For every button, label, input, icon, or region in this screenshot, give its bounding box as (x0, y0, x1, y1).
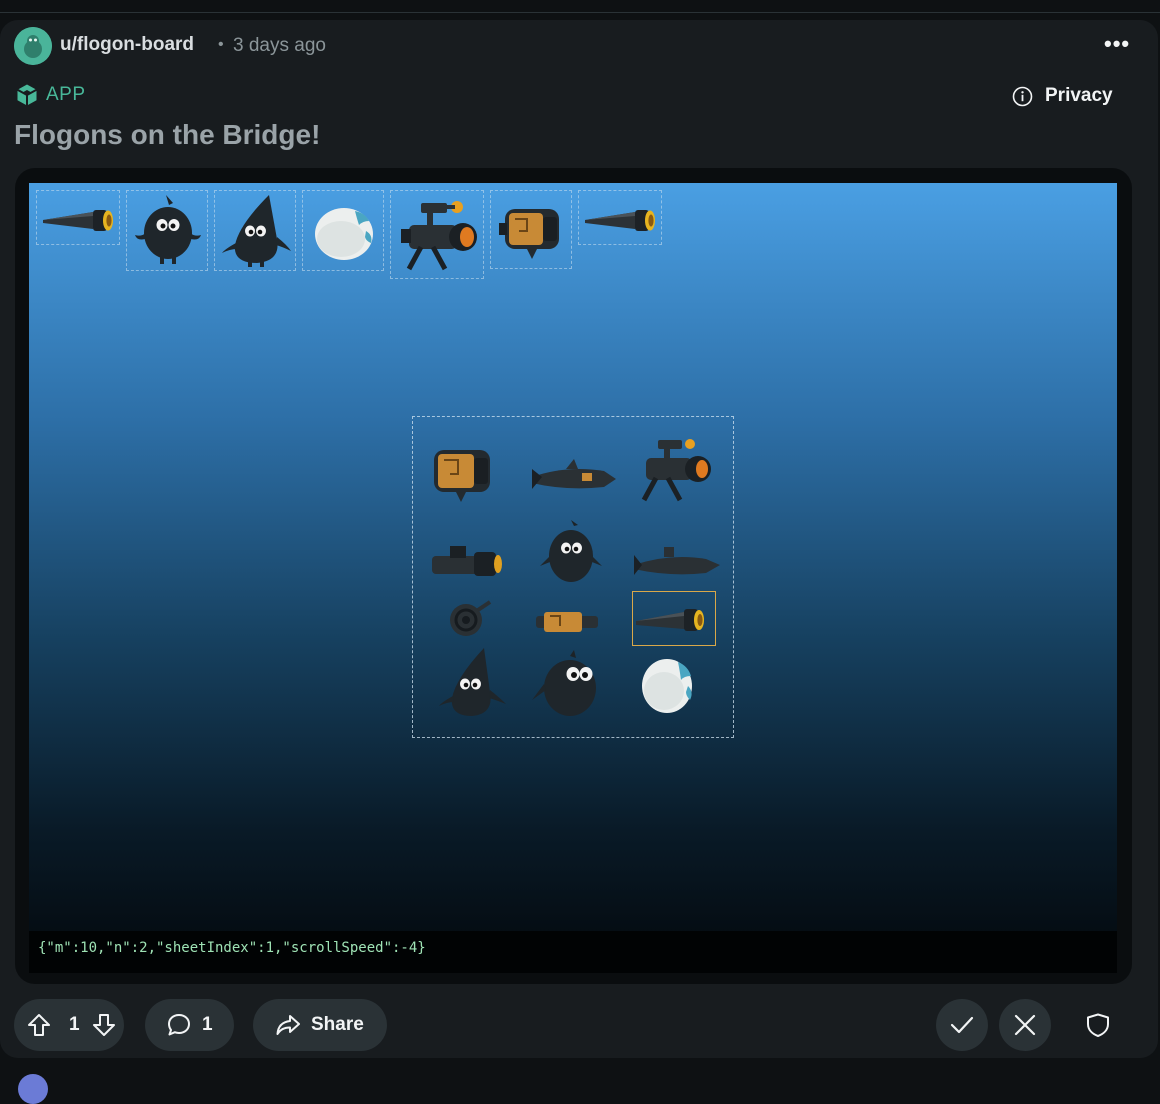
grid-sprite-barrel-pod[interactable] (428, 440, 498, 506)
user-avatar[interactable] (14, 27, 52, 65)
vote-pill: 1 (14, 999, 124, 1051)
meta-separator: • (218, 36, 224, 53)
app-badge: APP (46, 84, 86, 105)
grid-sprite-telescope[interactable] (634, 603, 714, 635)
feed-gap (0, 1066, 1160, 1080)
close-icon (1014, 1014, 1036, 1036)
grid-sprite-flogon-tall[interactable] (536, 520, 606, 588)
more-options-button[interactable]: ••• (1104, 33, 1130, 55)
top-sprite-telescope[interactable] (36, 190, 120, 245)
approve-button[interactable] (936, 999, 988, 1051)
post-title[interactable]: Flogons on the Bridge! (14, 119, 320, 151)
grid-sprite-cannon-rig[interactable] (641, 439, 711, 502)
info-icon (1012, 86, 1033, 106)
grid-sprite-flogon-round[interactable] (530, 650, 606, 724)
debug-state-text: {"m":10,"n":2,"sheetIndex":1,"scrollSpee… (38, 940, 426, 956)
share-button[interactable]: Share (253, 999, 387, 1051)
upvote-icon[interactable] (26, 1012, 52, 1038)
downvote-icon[interactable] (91, 1012, 117, 1038)
grid-sprite-flogon-pointy[interactable] (434, 646, 510, 722)
top-sprite-barrel-pod[interactable] (490, 190, 572, 269)
top-sprite-cannon-rig[interactable] (390, 190, 484, 279)
share-label: Share (311, 1014, 364, 1035)
grid-sprite-barrel-pod-small[interactable] (532, 606, 604, 636)
post-timestamp: 3 days ago (233, 35, 326, 56)
comment-count: 1 (202, 1014, 213, 1035)
app-cube-icon (17, 84, 37, 106)
top-sprite-telescope-2[interactable] (578, 190, 662, 245)
grid-sprite-rocket[interactable] (526, 455, 618, 497)
post-username[interactable]: u/flogon-board (60, 34, 194, 56)
comments-button[interactable]: 1 (145, 999, 234, 1051)
grid-sprite-submarine[interactable] (630, 545, 722, 583)
shield-icon (1087, 1013, 1109, 1037)
next-post-avatar[interactable] (18, 1074, 48, 1104)
top-sprite-flogon-pointy[interactable] (214, 190, 296, 271)
grid-sprite-spiral-shell[interactable] (446, 598, 494, 640)
grid-sprite-gun-barrel[interactable] (428, 542, 508, 582)
mod-shield-button[interactable] (1072, 999, 1124, 1051)
vote-count: 1 (69, 1014, 80, 1035)
top-sprite-flogon-round[interactable] (126, 190, 208, 271)
top-divider (0, 12, 1160, 13)
grid-sprite-egg[interactable] (638, 656, 696, 716)
checkmark-icon (950, 1016, 974, 1034)
privacy-label: Privacy (1045, 85, 1113, 106)
share-icon (276, 1015, 300, 1035)
comment-icon (168, 1014, 190, 1036)
privacy-button[interactable]: Privacy (1012, 85, 1113, 107)
top-sprite-egg[interactable] (302, 190, 384, 271)
remove-button[interactable] (999, 999, 1051, 1051)
